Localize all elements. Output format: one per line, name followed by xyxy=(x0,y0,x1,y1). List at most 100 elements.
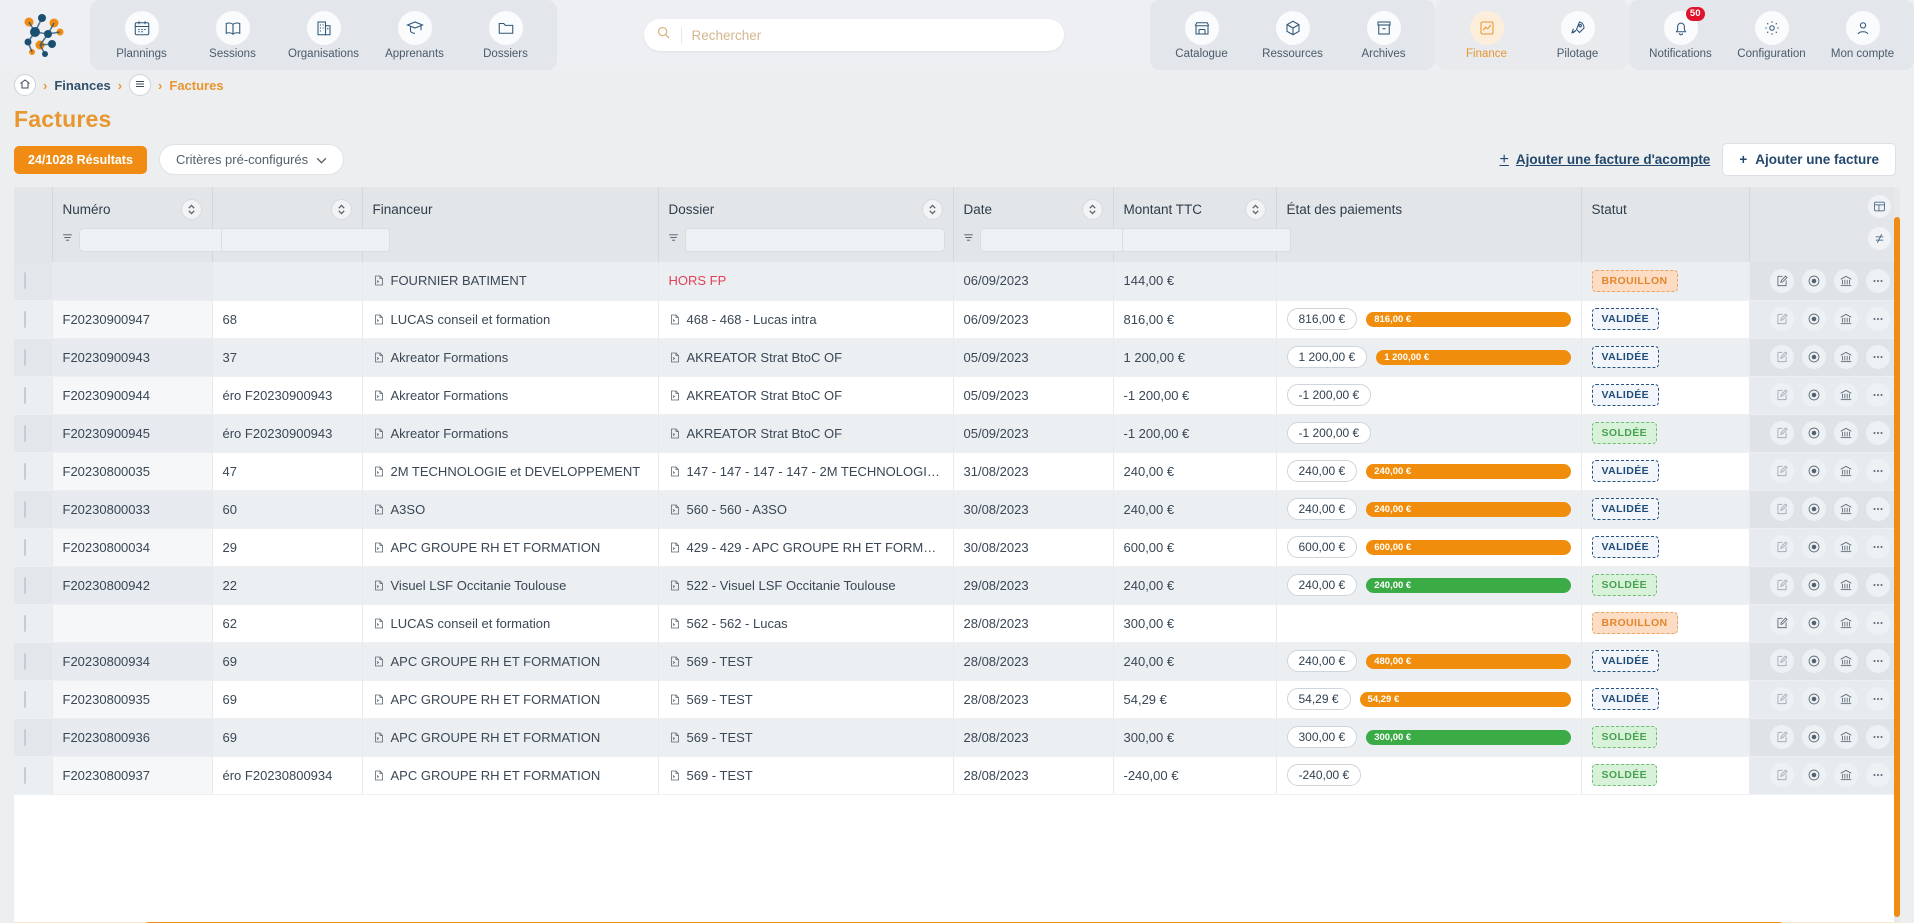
sort-icon-montant[interactable] xyxy=(1245,199,1266,220)
row-checkbox[interactable] xyxy=(24,387,26,404)
table-row[interactable]: F20230800035472M TECHNOLOGIE et DEVELOPP… xyxy=(14,452,1900,490)
vertical-scrollbar[interactable] xyxy=(1894,187,1900,923)
not-equal-filter-icon[interactable] xyxy=(1868,227,1891,250)
row-checkbox[interactable] xyxy=(24,425,26,442)
table-row[interactable]: F2023080093669APC GROUPE RH ET FORMATION… xyxy=(14,718,1900,756)
row-action-view[interactable] xyxy=(1802,421,1826,445)
row-action-more[interactable] xyxy=(1866,307,1890,331)
row-action-more[interactable] xyxy=(1866,535,1890,559)
row-action-view[interactable] xyxy=(1802,763,1826,787)
row-action-more[interactable] xyxy=(1866,459,1890,483)
table-row[interactable]: F2023080094222Visuel LSF Occitanie Toulo… xyxy=(14,566,1900,604)
nav-item-organisations[interactable]: Organisations xyxy=(278,0,369,70)
row-action-more[interactable] xyxy=(1866,269,1890,293)
table-row[interactable]: F2023090094337Akreator FormationsAKREATO… xyxy=(14,338,1900,376)
breadcrumb-item-finances[interactable]: Finances xyxy=(54,78,110,93)
row-select-cell[interactable] xyxy=(14,718,52,756)
row-action-view[interactable] xyxy=(1802,535,1826,559)
row-action-view[interactable] xyxy=(1802,649,1826,673)
table-row[interactable]: F2023080003429APC GROUPE RH ET FORMATION… xyxy=(14,528,1900,566)
nav-item-notifications[interactable]: 50 Notifications xyxy=(1635,0,1726,70)
app-logo[interactable] xyxy=(0,0,90,70)
table-row[interactable]: F20230800937éro F20230800934APC GROUPE R… xyxy=(14,756,1900,794)
row-action-edit[interactable] xyxy=(1770,383,1794,407)
row-action-more[interactable] xyxy=(1866,725,1890,749)
th-dossier[interactable]: Dossier xyxy=(658,187,953,228)
row-select-cell[interactable] xyxy=(14,604,52,642)
row-checkbox[interactable] xyxy=(24,577,26,594)
row-select-cell[interactable] xyxy=(14,376,52,414)
filter-toggle-icon[interactable] xyxy=(61,231,74,249)
column-layout-icon[interactable] xyxy=(1868,195,1891,218)
row-checkbox[interactable] xyxy=(24,691,26,708)
row-action-more[interactable] xyxy=(1866,497,1890,521)
row-action-bank[interactable] xyxy=(1834,497,1858,521)
sort-icon-reference[interactable] xyxy=(331,199,352,220)
row-action-bank[interactable] xyxy=(1834,459,1858,483)
row-action-more[interactable] xyxy=(1866,345,1890,369)
table-row[interactable]: F2023080093569APC GROUPE RH ET FORMATION… xyxy=(14,680,1900,718)
results-count-badge[interactable]: 24/1028 Résultats xyxy=(14,146,147,174)
vertical-scroll-thumb[interactable] xyxy=(1894,217,1900,917)
row-action-edit[interactable] xyxy=(1770,345,1794,369)
row-action-bank[interactable] xyxy=(1834,383,1858,407)
preconfigured-criteria-dropdown[interactable]: Critères pré-configurés xyxy=(159,144,344,175)
row-action-view[interactable] xyxy=(1802,573,1826,597)
breadcrumb-home-button[interactable] xyxy=(14,74,36,96)
sort-icon-numero[interactable] xyxy=(181,199,202,220)
row-checkbox[interactable] xyxy=(24,539,26,556)
row-action-view[interactable] xyxy=(1802,307,1826,331)
nav-item-pilotage[interactable]: Pilotage xyxy=(1532,0,1623,70)
row-action-edit[interactable] xyxy=(1770,763,1794,787)
table-row[interactable]: F2023090094768LUCAS conseil et formation… xyxy=(14,300,1900,338)
row-select-cell[interactable] xyxy=(14,338,52,376)
row-select-cell[interactable] xyxy=(14,756,52,794)
row-action-edit[interactable] xyxy=(1770,687,1794,711)
row-action-edit[interactable] xyxy=(1770,421,1794,445)
nav-item-finance[interactable]: Finance xyxy=(1441,0,1532,70)
nav-item-configuration[interactable]: Configuration xyxy=(1726,0,1817,70)
row-action-more[interactable] xyxy=(1866,611,1890,635)
row-action-view[interactable] xyxy=(1802,497,1826,521)
table-row[interactable]: F20230900945éro F20230900943Akreator For… xyxy=(14,414,1900,452)
row-checkbox[interactable] xyxy=(24,463,26,480)
row-select-cell[interactable] xyxy=(14,490,52,528)
row-action-view[interactable] xyxy=(1802,611,1826,635)
row-checkbox[interactable] xyxy=(24,349,26,366)
row-action-more[interactable] xyxy=(1866,421,1890,445)
row-action-edit[interactable] xyxy=(1770,269,1794,293)
row-select-cell[interactable] xyxy=(14,680,52,718)
th-montant[interactable]: Montant TTC xyxy=(1113,187,1276,228)
row-action-bank[interactable] xyxy=(1834,687,1858,711)
row-checkbox[interactable] xyxy=(24,501,26,518)
table-row[interactable]: 62LUCAS conseil et formation562 - 562 - … xyxy=(14,604,1900,642)
nav-item-apprenants[interactable]: Apprenants xyxy=(369,0,460,70)
th-numero[interactable]: Numéro xyxy=(52,187,212,228)
table-row[interactable]: F2023080093469APC GROUPE RH ET FORMATION… xyxy=(14,642,1900,680)
row-action-bank[interactable] xyxy=(1834,345,1858,369)
filter-input-numero[interactable] xyxy=(86,229,241,251)
row-select-cell[interactable] xyxy=(14,262,52,300)
nav-item-plannings[interactable]: Plannings xyxy=(96,0,187,70)
row-action-more[interactable] xyxy=(1866,763,1890,787)
nav-item-sessions[interactable]: Sessions xyxy=(187,0,278,70)
nav-item-ressources[interactable]: Ressources xyxy=(1247,0,1338,70)
table-row[interactable]: F20230900944éro F20230900943Akreator For… xyxy=(14,376,1900,414)
row-action-more[interactable] xyxy=(1866,687,1890,711)
row-action-more[interactable] xyxy=(1866,383,1890,407)
row-action-edit[interactable] xyxy=(1770,649,1794,673)
row-action-edit[interactable] xyxy=(1770,573,1794,597)
row-action-edit[interactable] xyxy=(1770,611,1794,635)
sort-icon-date[interactable] xyxy=(1082,199,1103,220)
row-action-edit[interactable] xyxy=(1770,725,1794,749)
row-action-edit[interactable] xyxy=(1770,535,1794,559)
row-checkbox[interactable] xyxy=(24,615,26,632)
table-row[interactable]: F2023080003360A3SO560 - 560 - A3SO30/08/… xyxy=(14,490,1900,528)
row-action-more[interactable] xyxy=(1866,573,1890,597)
row-checkbox[interactable] xyxy=(24,311,26,328)
nav-item-dossiers[interactable]: Dossiers xyxy=(460,0,551,70)
row-checkbox[interactable] xyxy=(24,272,26,289)
row-action-more[interactable] xyxy=(1866,649,1890,673)
breadcrumb-menu-button[interactable] xyxy=(129,74,151,96)
search-input[interactable] xyxy=(692,19,1064,51)
